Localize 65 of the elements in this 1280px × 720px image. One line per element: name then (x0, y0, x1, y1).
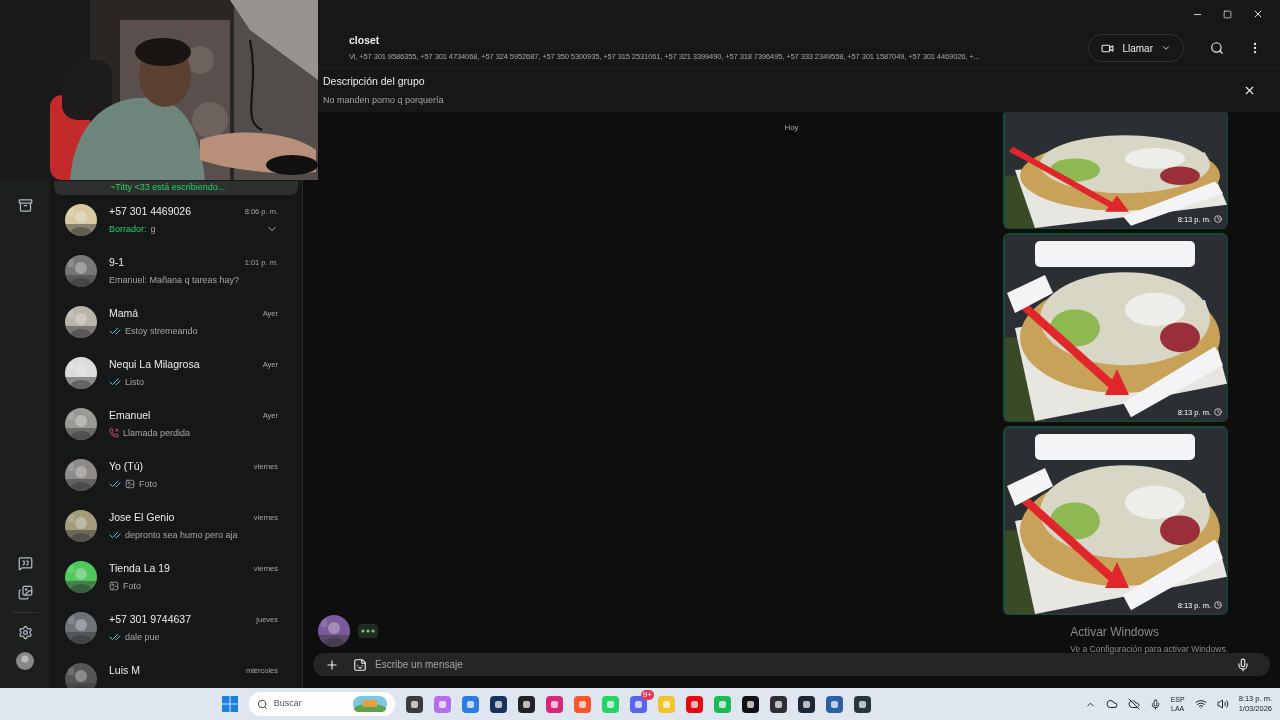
app-icon[interactable] (741, 695, 759, 713)
message-preview: Foto (123, 579, 141, 593)
missed-call-icon (109, 428, 119, 439)
search-field[interactable]: Buscar (248, 692, 395, 716)
settings-icon[interactable] (17, 625, 33, 640)
wifi-icon[interactable] (1194, 698, 1207, 710)
message-preview: Llamada perdida (123, 426, 191, 440)
media-icon[interactable] (17, 585, 33, 600)
chat-name: +57 301 4469026 (109, 203, 192, 219)
status-icon[interactable] (17, 556, 33, 571)
draft-label: Borrador: (109, 222, 147, 236)
notification-badge: 9+ (640, 689, 654, 700)
chat-name: Emanuel (109, 407, 151, 423)
profile-avatar[interactable] (16, 652, 34, 670)
description-text: No manden porno q porquería (323, 93, 445, 107)
message-preview: Listo (125, 375, 144, 389)
chat-name: Yo (Tú) (109, 458, 144, 474)
photo-icon (125, 479, 135, 490)
clock-icon (1214, 601, 1222, 610)
chat-item[interactable]: ~Titty <33 está escribiendo... (54, 181, 298, 195)
group-name: closet (349, 33, 381, 49)
chat-name: Nequi La Milagrosa (109, 356, 200, 372)
app-icon[interactable] (853, 695, 871, 713)
chat-name: Jose El Genio (109, 509, 175, 525)
chat-name: Mamá (109, 305, 139, 321)
message-preview: Estoy stremeando (125, 324, 198, 338)
microphone-icon[interactable] (1236, 657, 1250, 672)
maximize-icon[interactable] (1223, 9, 1232, 19)
microphone-icon[interactable] (1149, 698, 1161, 710)
task-view-icon[interactable] (405, 695, 423, 713)
cloud-icon[interactable] (1105, 698, 1118, 710)
typing-status: ~Titty <33 está escribiendo... (110, 181, 226, 194)
sticker-icon[interactable] (353, 657, 367, 672)
message-preview: Foto (139, 477, 157, 491)
clock-icon (1214, 215, 1222, 224)
typing-dots-icon (358, 624, 378, 638)
clock-icon (1214, 408, 1222, 417)
speaker-icon[interactable] (1216, 698, 1229, 710)
search-placeholder: Buscar (273, 697, 303, 711)
message-preview: depronto sea humo pero aja (125, 528, 238, 542)
search-icon[interactable] (1210, 41, 1224, 55)
message-preview: Emanuel: Mañana q tareas hay? (109, 273, 240, 287)
windows-start-icon[interactable] (221, 696, 238, 712)
app-icon[interactable] (517, 695, 535, 713)
activation-text: Ve a Configuración para activar Windows. (1070, 643, 1228, 656)
message-preview: dale pue (125, 630, 160, 644)
chat-name: Luis M (109, 662, 140, 678)
caret-icon (1161, 43, 1171, 53)
description-title: Descripción del grupo (323, 73, 426, 89)
close-icon[interactable] (1252, 8, 1264, 20)
message-field[interactable]: Escribe un mensaje (313, 653, 1270, 676)
message-preview: g (150, 222, 156, 236)
close-icon[interactable] (1243, 84, 1256, 97)
message-input[interactable]: Escribe un mensaje (375, 657, 1222, 672)
chat-name: Tienda La 19 (109, 560, 170, 576)
archive-icon[interactable] (17, 198, 33, 213)
search-icon (256, 698, 268, 710)
date-divider: Hoy (783, 122, 800, 134)
chat-name: +57 301 9744637 (109, 611, 192, 627)
app-icon[interactable] (489, 695, 507, 713)
plus-icon[interactable] (325, 657, 339, 672)
activation-title: Activar Windows (1070, 624, 1160, 642)
chat-name: 9-1 (109, 254, 125, 270)
photo-icon (109, 581, 119, 592)
cloud-icon[interactable] (1127, 698, 1140, 710)
